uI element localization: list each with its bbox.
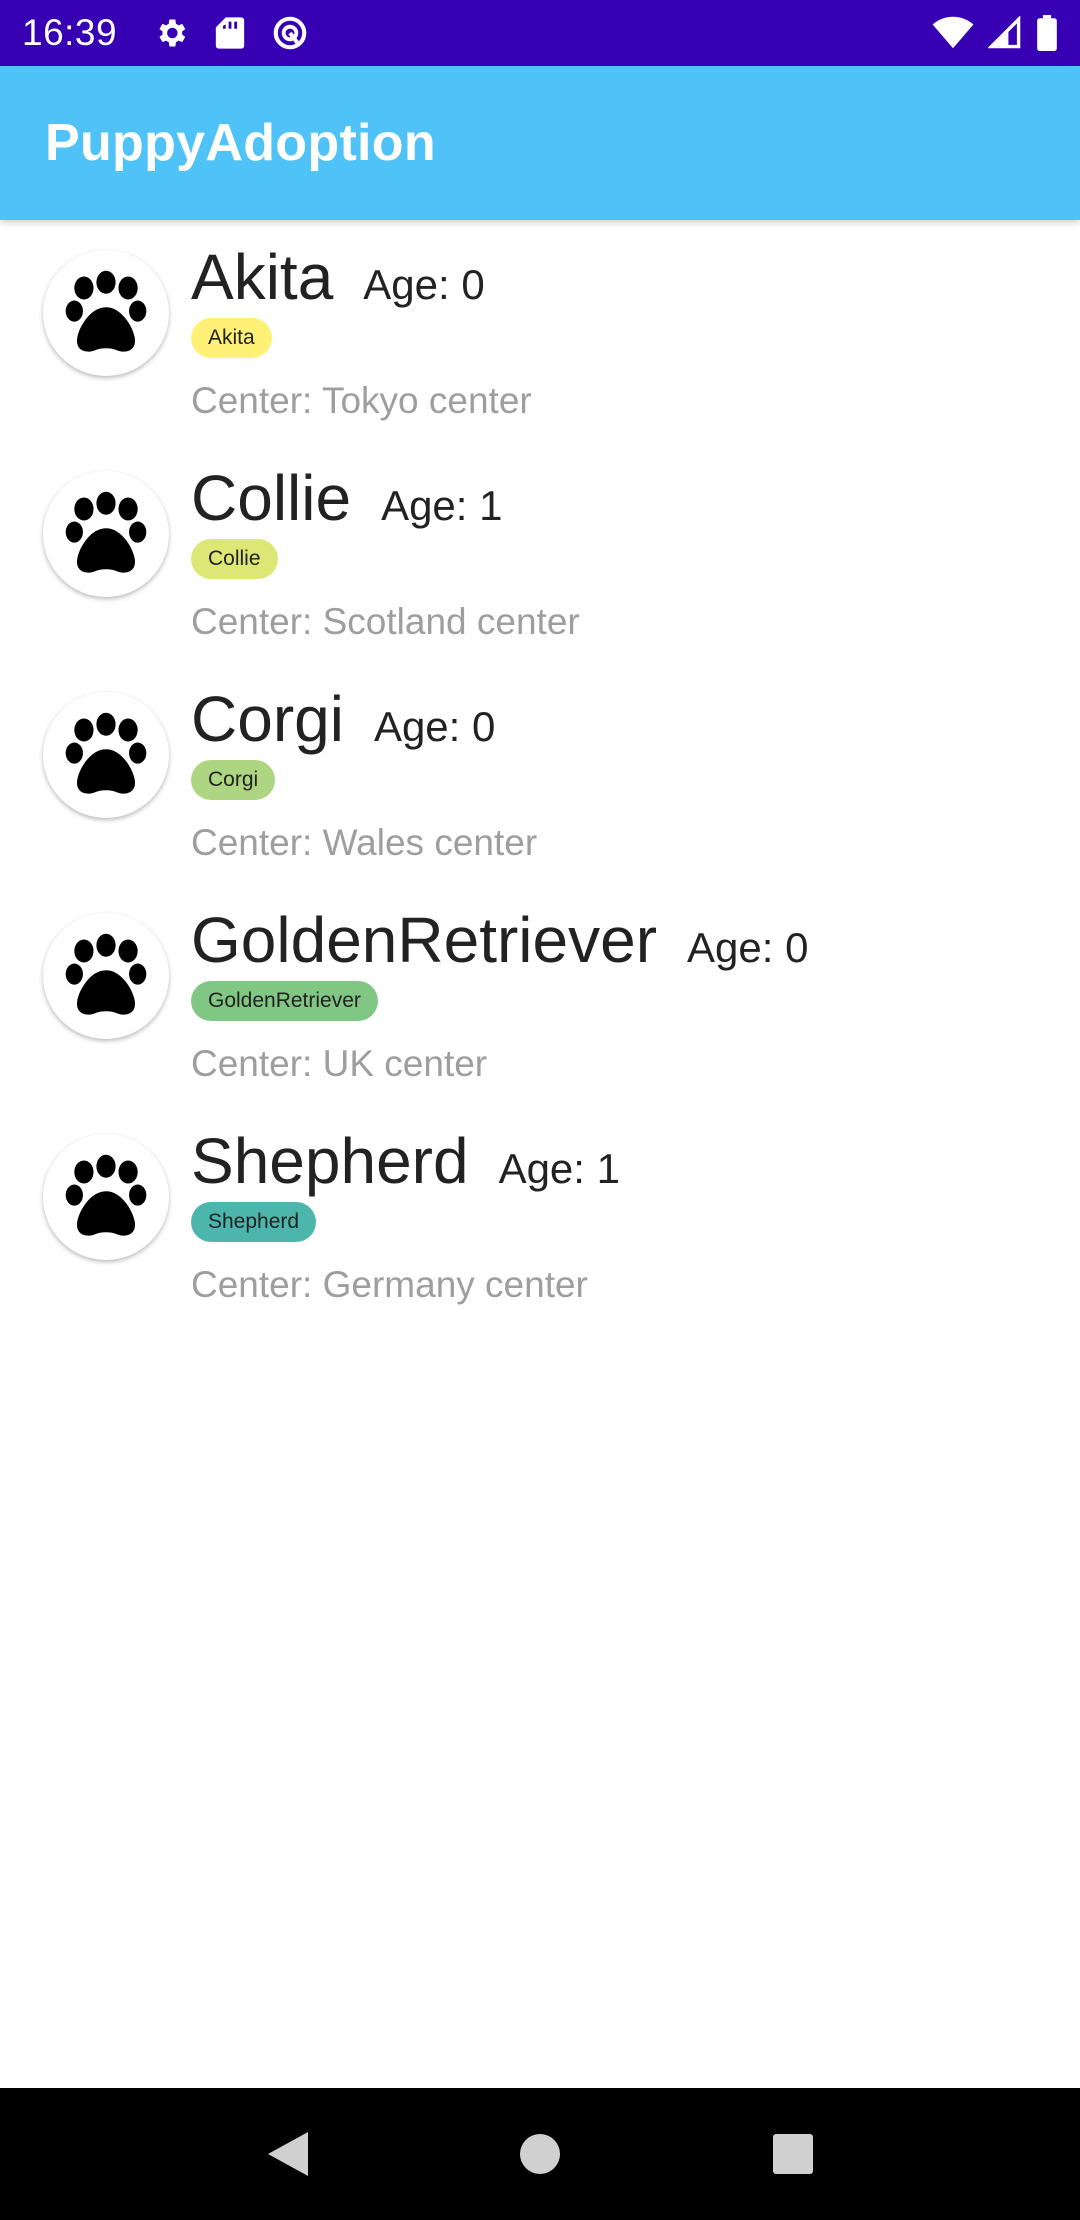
status-left-icons — [153, 14, 309, 52]
puppy-name: Corgi — [191, 683, 344, 755]
breed-chip: Corgi — [191, 760, 276, 800]
breed-chip: Akita — [191, 318, 272, 358]
puppy-age: Age: 1 — [381, 482, 503, 529]
recents-button[interactable] — [753, 2114, 833, 2194]
puppy-age: Age: 0 — [363, 261, 485, 308]
puppy-center: Center: Wales center — [191, 822, 538, 863]
puppy-age: Age: 0 — [373, 703, 496, 750]
cell-signal-icon — [988, 16, 1022, 50]
status-time: 16:39 — [22, 12, 118, 53]
breed-chip: GoldenRetriever — [191, 981, 378, 1021]
paw-icon — [65, 933, 147, 1015]
puppy-name: Collie — [191, 462, 352, 534]
puppy-list: Akita Age: 0 Akita Center: Tokyo center … — [0, 220, 1080, 1325]
home-button[interactable] — [500, 2114, 580, 2194]
app-title: PuppyAdoption — [45, 114, 436, 172]
list-item[interactable]: Shepherd Age: 1 Shepherd Center: Germany… — [0, 1104, 1080, 1325]
puppy-center: Center: UK center — [191, 1043, 488, 1084]
status-right-icons — [932, 15, 1058, 51]
puppy-name: Shepherd — [191, 1125, 469, 1197]
list-item[interactable]: Corgi Age: 0 Corgi Center: Wales center — [0, 662, 1080, 883]
puppy-center: Center: Tokyo center — [191, 380, 532, 421]
screen: 16:39 PuppyAdoption Akita Age: 0 Akita C… — [0, 0, 1080, 2220]
avatar — [43, 471, 169, 597]
puppy-center: Center: Germany center — [191, 1264, 588, 1305]
list-item[interactable]: Akita Age: 0 Akita Center: Tokyo center — [0, 220, 1080, 441]
paw-icon — [65, 491, 147, 573]
settings-icon — [153, 15, 189, 51]
puppy-name: Akita — [191, 241, 334, 313]
puppy-center: Center: Scotland center — [191, 601, 580, 642]
breed-chip: Shepherd — [191, 1202, 317, 1242]
paw-icon — [65, 712, 147, 794]
recents-icon — [773, 2134, 814, 2174]
avatar — [43, 250, 169, 376]
avatar — [43, 1134, 169, 1260]
list-item[interactable]: Collie Age: 1 Collie Center: Scotland ce… — [0, 441, 1080, 662]
puppy-name: GoldenRetriever — [191, 904, 657, 976]
back-button[interactable] — [247, 2114, 327, 2194]
back-icon — [267, 2132, 308, 2176]
avatar — [43, 692, 169, 818]
data-saver-icon — [271, 14, 309, 52]
status-bar: 16:39 — [0, 0, 1080, 66]
breed-chip: Collie — [191, 539, 278, 579]
puppy-age: Age: 1 — [498, 1145, 620, 1192]
paw-icon — [65, 1154, 147, 1236]
list-item[interactable]: GoldenRetriever Age: 0 GoldenRetriever C… — [0, 883, 1080, 1104]
app-bar: PuppyAdoption — [0, 66, 1080, 220]
paw-icon — [65, 270, 147, 352]
avatar — [43, 913, 169, 1039]
battery-icon — [1036, 15, 1058, 51]
wifi-icon — [932, 16, 974, 50]
navigation-bar — [0, 2088, 1080, 2220]
home-icon — [519, 2134, 560, 2174]
sd-card-icon — [215, 16, 245, 50]
puppy-age: Age: 0 — [687, 924, 809, 971]
